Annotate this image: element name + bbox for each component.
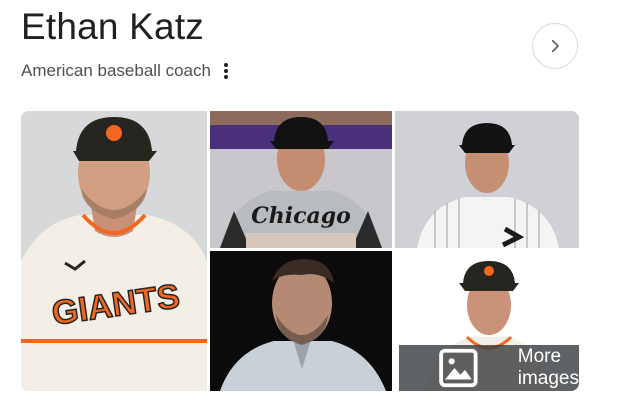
- image-gallery: GIANTS Chicago More images: [21, 111, 579, 391]
- entity-subtitle-row: American baseball coach: [21, 61, 232, 81]
- jersey-text-chicago: Chicago: [251, 203, 351, 229]
- more-images-button[interactable]: More images: [399, 345, 579, 391]
- more-images-label: More images: [517, 346, 579, 389]
- image-icon: [439, 348, 478, 388]
- image-giants-headshot[interactable]: More images: [395, 251, 579, 391]
- chevron-right-icon: [551, 39, 559, 53]
- entity-subtitle: American baseball coach: [21, 61, 211, 80]
- image-dark-portrait[interactable]: [210, 251, 392, 391]
- next-button[interactable]: [532, 23, 578, 69]
- entity-title: Ethan Katz: [21, 6, 205, 47]
- vertical-dots-icon[interactable]: [220, 62, 232, 80]
- image-giants-portrait[interactable]: GIANTS: [21, 111, 207, 391]
- image-white-sox-gray-jersey[interactable]: Chicago: [210, 111, 392, 248]
- image-white-sox-pinstripe[interactable]: [395, 111, 579, 248]
